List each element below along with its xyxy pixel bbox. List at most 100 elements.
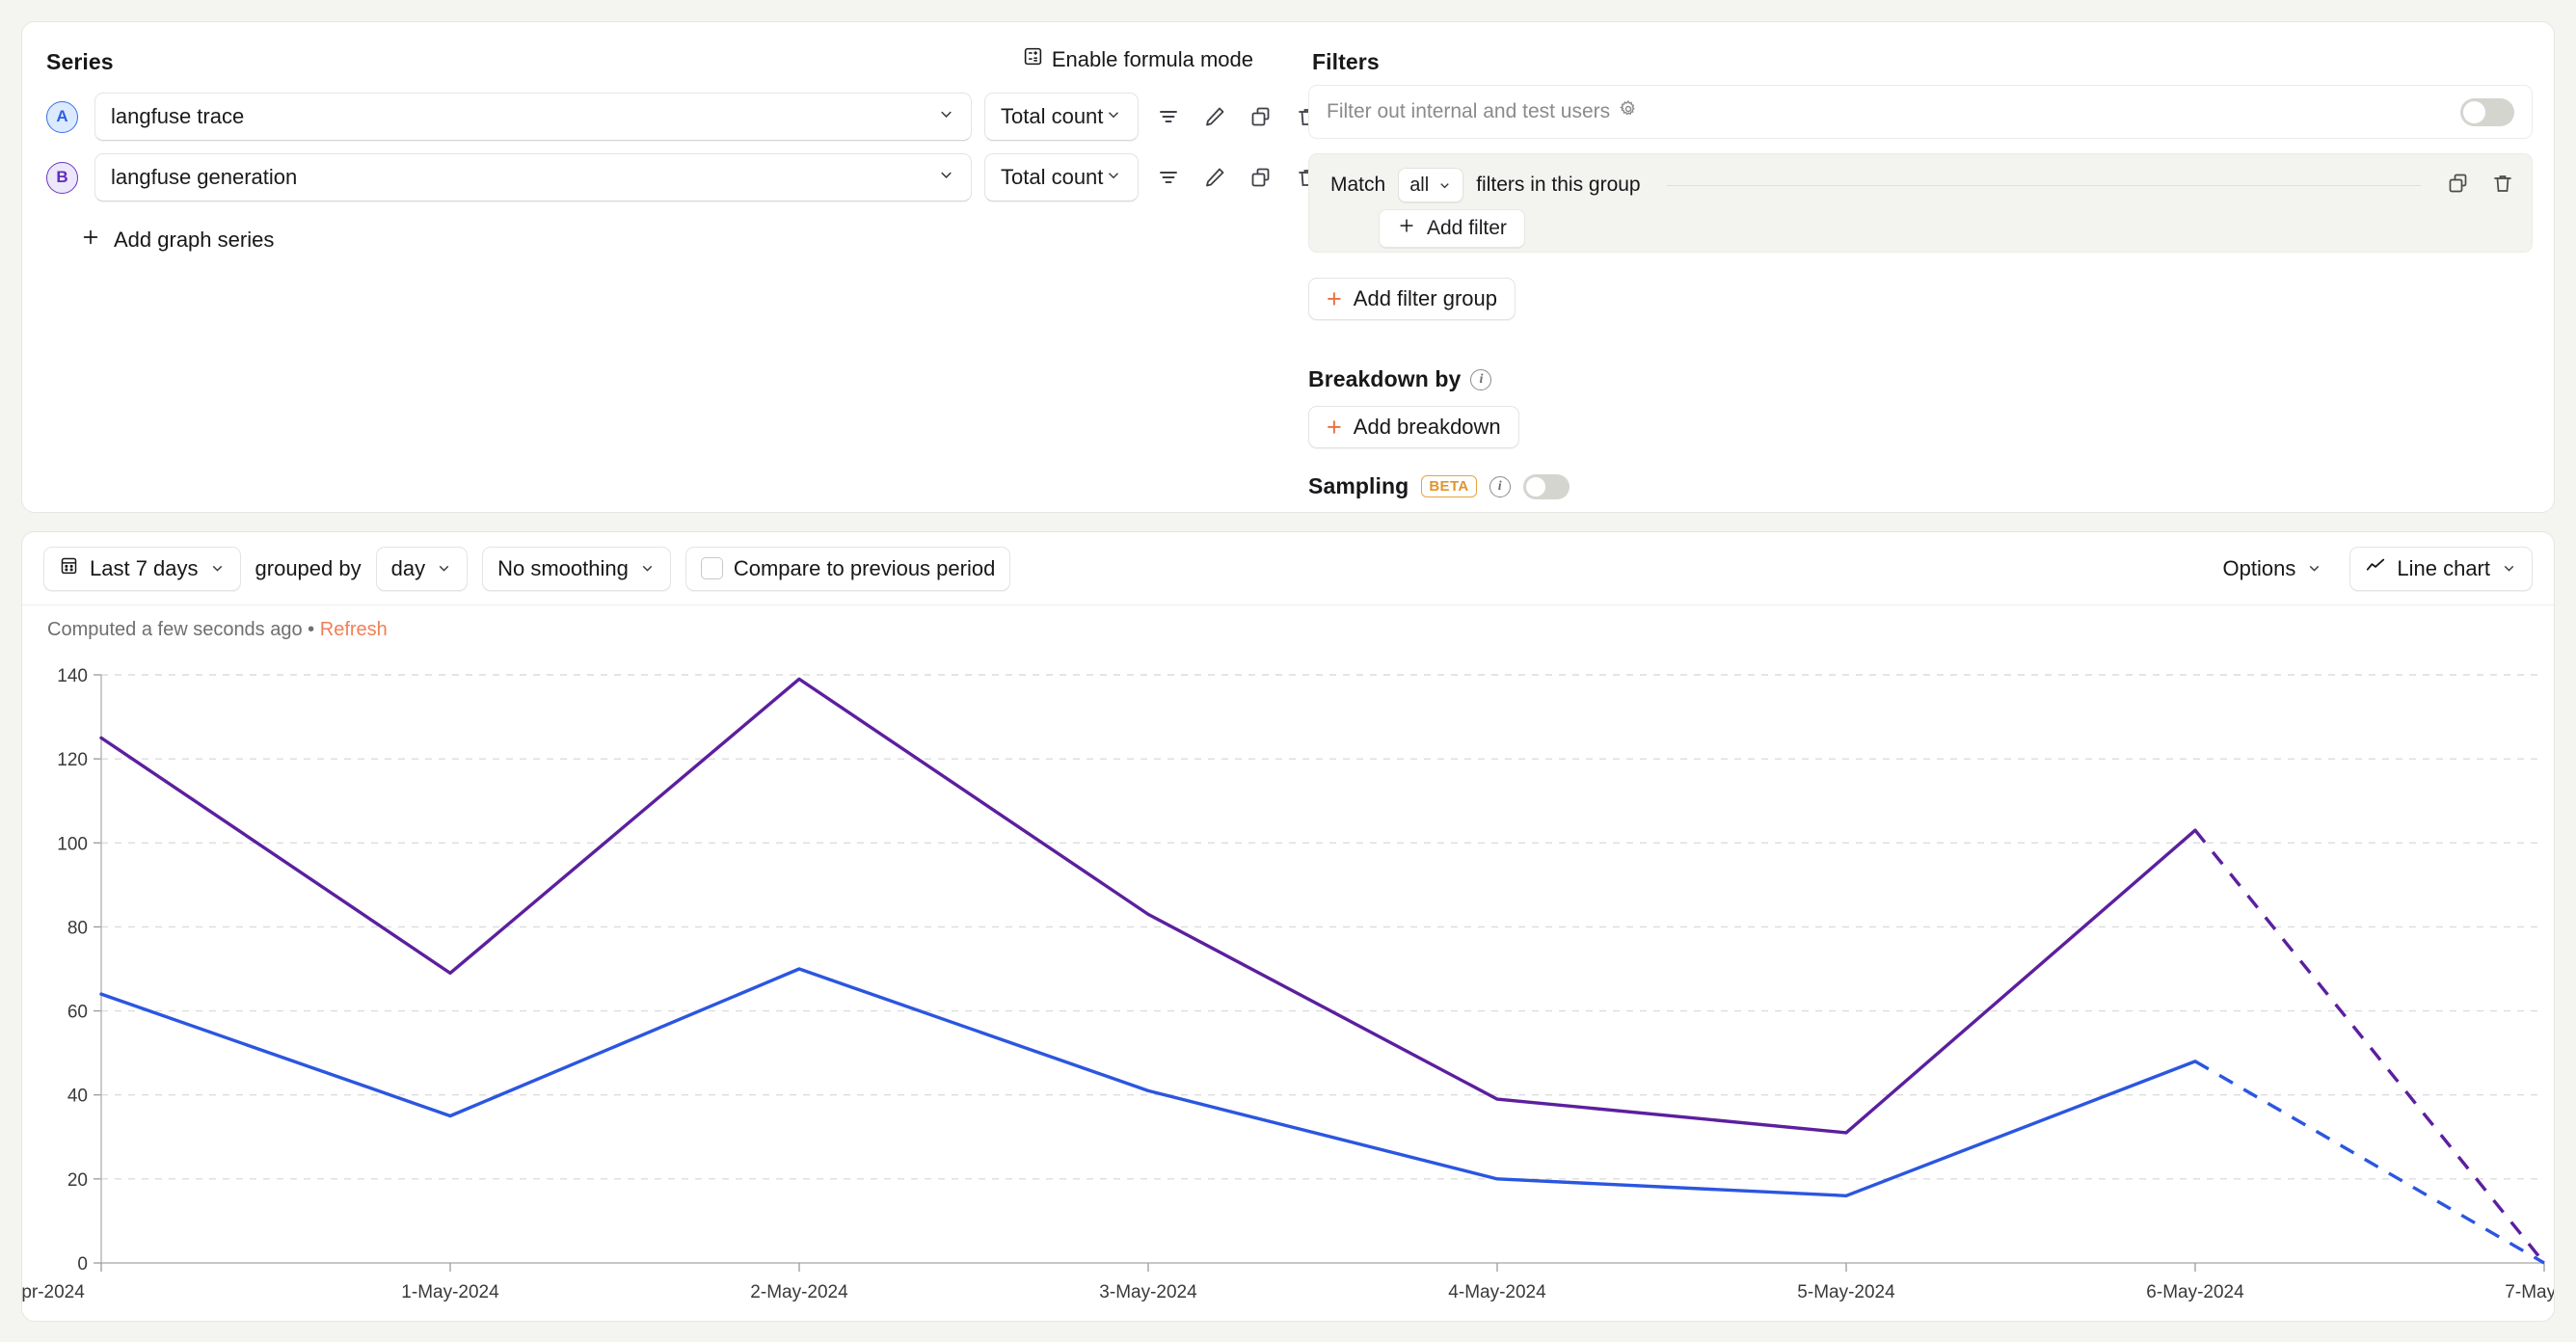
checkbox-box bbox=[700, 557, 723, 579]
compare-previous-period-label: Compare to previous period bbox=[733, 555, 996, 580]
y-axis-tick-label: 100 bbox=[57, 834, 88, 854]
internal-users-label: Filter out internal and test users bbox=[1327, 100, 1611, 122]
duplicate-icon[interactable] bbox=[1245, 161, 1277, 194]
series-badge-a: A bbox=[46, 100, 78, 133]
add-filter-group-button[interactable]: + Add filter group bbox=[1308, 278, 1516, 320]
chevron-down-icon bbox=[2504, 565, 2514, 572]
y-axis-tick-label: 80 bbox=[67, 918, 88, 938]
filter-icon[interactable] bbox=[1152, 100, 1185, 133]
chevron-down-icon bbox=[212, 565, 222, 572]
filters-in-group-label: filters in this group bbox=[1476, 174, 1641, 196]
chart-type-select[interactable]: Line chart bbox=[2349, 546, 2533, 591]
refresh-link[interactable]: Refresh bbox=[320, 619, 388, 640]
info-icon[interactable]: i bbox=[1489, 475, 1511, 497]
x-axis-tick-label: 3-May-2024 bbox=[1099, 1282, 1197, 1302]
enable-formula-mode-button[interactable]: Enable formula mode bbox=[1023, 46, 1253, 72]
edit-icon[interactable] bbox=[1198, 100, 1231, 133]
chevron-down-icon bbox=[937, 104, 955, 129]
toggle-knob bbox=[2463, 100, 2485, 123]
calculator-icon bbox=[1023, 46, 1043, 72]
series-line-projected bbox=[2193, 829, 2546, 1265]
sampling-toggle[interactable] bbox=[1522, 473, 1570, 499]
add-graph-series-button[interactable]: Add graph series bbox=[80, 227, 274, 254]
metric-select-b[interactable]: Total count bbox=[984, 153, 1139, 201]
gear-icon[interactable] bbox=[1619, 99, 1638, 124]
options-button[interactable]: Options bbox=[2217, 556, 2329, 581]
delete-icon[interactable] bbox=[2491, 172, 2514, 200]
add-graph-series-label: Add graph series bbox=[114, 228, 275, 252]
separator-dot: • bbox=[308, 619, 315, 640]
series-line-solid bbox=[99, 967, 2197, 1197]
smoothing-value: No smoothing bbox=[497, 555, 629, 580]
compare-previous-period-checkbox[interactable]: Compare to previous period bbox=[684, 546, 1011, 591]
series-select-b[interactable]: langfuse generation bbox=[94, 153, 972, 201]
add-breakdown-label: Add breakdown bbox=[1353, 415, 1501, 439]
chevron-down-icon bbox=[1440, 182, 1449, 188]
match-mode-value: all bbox=[1409, 174, 1430, 196]
duplicate-icon[interactable] bbox=[1245, 100, 1277, 133]
toolbar-right: Options Line chart bbox=[2217, 546, 2533, 591]
internal-users-toggle[interactable] bbox=[2460, 97, 2514, 126]
series-badge-b: B bbox=[46, 161, 78, 194]
sampling-row: Sampling BETA i bbox=[1308, 473, 1570, 499]
y-axis-tick-label: 0 bbox=[77, 1254, 88, 1275]
breakdown-by-header: Breakdown by i bbox=[1308, 366, 1492, 392]
metric-select-a[interactable]: Total count bbox=[984, 93, 1139, 141]
series-select-a[interactable]: langfuse trace bbox=[94, 93, 972, 141]
chart-type-value: Line chart bbox=[2397, 555, 2490, 580]
analytics-page: Series Enable formula mode A langfuse tr… bbox=[0, 0, 2576, 1342]
x-axis-tick-label: 1-May-2024 bbox=[401, 1282, 499, 1302]
x-axis-tick-label: 2-May-2024 bbox=[750, 1282, 848, 1302]
granularity-select[interactable]: day bbox=[375, 546, 469, 591]
filters-title: Filters bbox=[1312, 49, 1380, 74]
calendar-icon bbox=[59, 555, 79, 581]
filter-icon[interactable] bbox=[1152, 161, 1185, 194]
match-mode-select[interactable]: all bbox=[1398, 168, 1464, 202]
y-axis-tick-label: 20 bbox=[67, 1170, 88, 1191]
info-icon[interactable]: i bbox=[1470, 368, 1492, 390]
chart-card: Last 7 days grouped by day No smoothing … bbox=[21, 531, 2555, 1322]
y-axis-tick-label: 140 bbox=[57, 666, 88, 686]
edit-icon[interactable] bbox=[1198, 161, 1231, 194]
x-axis-tick-label: 30-Apr-2024 bbox=[22, 1282, 85, 1302]
query-builder-card: Series Enable formula mode A langfuse tr… bbox=[21, 21, 2555, 513]
date-range-value: Last 7 days bbox=[90, 555, 199, 580]
computed-text: Computed a few seconds ago bbox=[47, 619, 303, 640]
series-value-b: langfuse generation bbox=[111, 165, 298, 189]
y-axis-tick-label: 40 bbox=[67, 1087, 88, 1107]
filter-group: Match all filters in this group Add filt… bbox=[1308, 153, 2533, 253]
plus-icon bbox=[80, 227, 101, 254]
chevron-down-icon bbox=[937, 165, 955, 190]
smoothing-select[interactable]: No smoothing bbox=[482, 546, 671, 591]
computed-status: Computed a few seconds ago • Refresh bbox=[47, 619, 388, 641]
internal-users-label-group: Filter out internal and test users bbox=[1327, 99, 1638, 124]
add-filter-button[interactable]: Add filter bbox=[1379, 209, 1525, 248]
series-column: Series Enable formula mode A langfuse tr… bbox=[22, 22, 1316, 512]
duplicate-icon[interactable] bbox=[2447, 172, 2470, 200]
add-breakdown-button[interactable]: + Add breakdown bbox=[1308, 406, 1519, 448]
enable-formula-mode-label: Enable formula mode bbox=[1051, 46, 1253, 71]
series-line-projected bbox=[2194, 1060, 2545, 1265]
plus-icon: + bbox=[1327, 283, 1342, 313]
series-line-solid bbox=[99, 677, 2197, 1135]
line-chart[interactable]: 0 20 40 60 80 100 120 140 30-Apr-2024 1-May-2024 2… bbox=[22, 658, 2554, 1318]
granularity-value: day bbox=[390, 555, 426, 580]
filter-group-header: Match all filters in this group bbox=[1330, 166, 2514, 204]
y-axis-tick-label: 120 bbox=[57, 750, 88, 770]
chevron-down-icon bbox=[439, 565, 449, 572]
chevron-down-icon bbox=[1105, 165, 1122, 190]
chevron-down-icon bbox=[1105, 104, 1122, 129]
internal-users-filter-row: Filter out internal and test users bbox=[1308, 85, 2533, 139]
chevron-down-icon bbox=[2310, 565, 2320, 572]
breakdown-by-label: Breakdown by bbox=[1308, 366, 1462, 391]
x-axis-tick-label: 4-May-2024 bbox=[1448, 1282, 1546, 1302]
line-chart-icon bbox=[2365, 555, 2386, 582]
date-range-select[interactable]: Last 7 days bbox=[43, 546, 241, 591]
plus-icon: + bbox=[1327, 412, 1342, 442]
toolbar-left: Last 7 days grouped by day No smoothing … bbox=[43, 546, 1011, 591]
chart-toolbar: Last 7 days grouped by day No smoothing … bbox=[22, 532, 2554, 605]
match-label: Match bbox=[1330, 174, 1386, 196]
x-axis-tick-label: 5-May-2024 bbox=[1797, 1282, 1895, 1302]
chart-svg: 0 20 40 60 80 100 120 140 30-Apr-2024 1-May-2024 2… bbox=[22, 666, 2554, 1302]
series-value-a: langfuse trace bbox=[111, 104, 245, 128]
